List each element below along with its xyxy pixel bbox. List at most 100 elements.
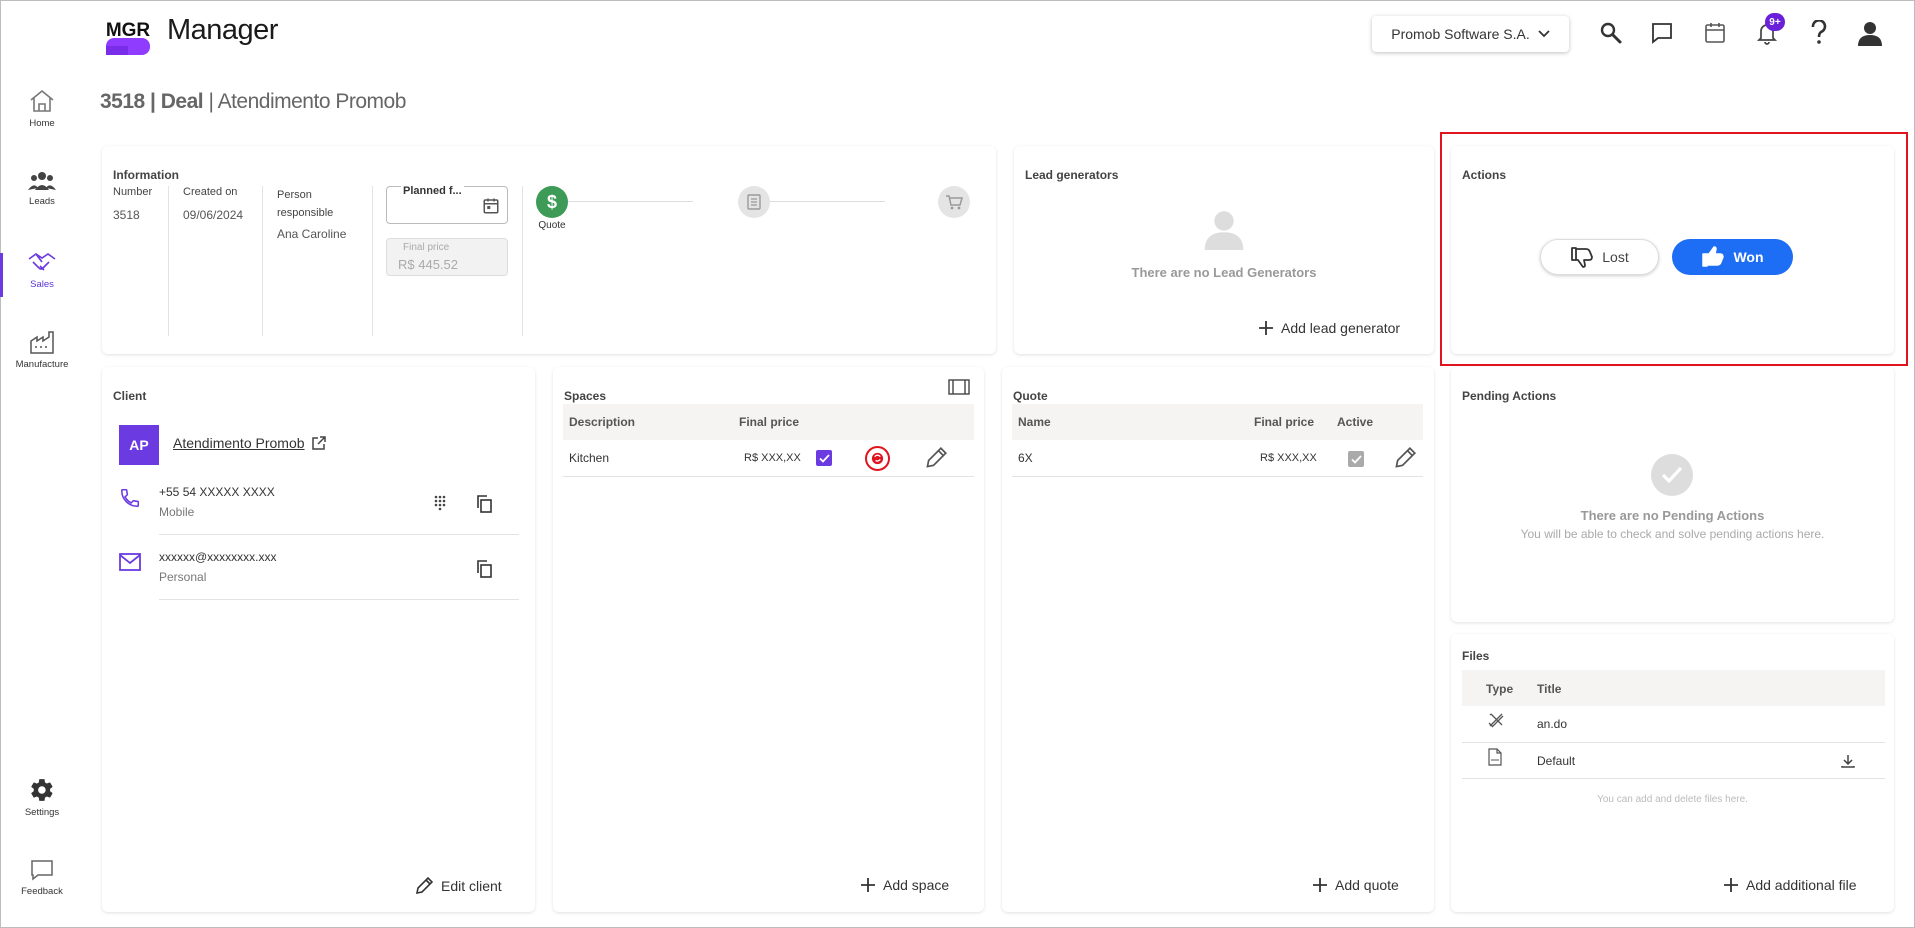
chat-bubble-icon bbox=[31, 860, 53, 881]
divider bbox=[522, 186, 523, 336]
chat-icon bbox=[1652, 23, 1672, 44]
page-title: 3518 | Deal | Atendimento Promob bbox=[100, 90, 407, 113]
company-select[interactable]: Promob Software S.A. bbox=[1372, 16, 1569, 52]
stepper-line bbox=[563, 201, 693, 202]
email-address: xxxxxx@xxxxxxxx.xxx bbox=[159, 550, 277, 564]
quote-price: R$ XXX,XX bbox=[1260, 452, 1317, 464]
external-link-icon bbox=[311, 436, 326, 450]
avatar: AP bbox=[119, 425, 159, 465]
calendar-button[interactable] bbox=[1700, 16, 1730, 50]
gear-icon bbox=[31, 779, 53, 801]
add-lead-generator-button[interactable]: Add lead generator bbox=[1259, 320, 1400, 336]
messages-button[interactable] bbox=[1647, 16, 1677, 50]
add-lead-generator-label: Add lead generator bbox=[1281, 320, 1401, 336]
plus-icon bbox=[861, 878, 875, 892]
edit-client-button[interactable]: Edit client bbox=[415, 877, 502, 895]
space-active-checkbox[interactable] bbox=[816, 450, 832, 466]
plus-icon bbox=[1724, 878, 1738, 892]
sidebar-item-label: Sales bbox=[30, 279, 54, 290]
file-title: Default bbox=[1537, 754, 1576, 768]
people-icon bbox=[28, 172, 56, 190]
final-price-value: R$ 445.52 bbox=[398, 257, 458, 272]
column-header: Active bbox=[1337, 415, 1374, 429]
pdf-file-icon bbox=[1488, 748, 1502, 766]
add-quote-button[interactable]: Add quote bbox=[1313, 877, 1399, 893]
pending-actions-empty: There are no Pending Actions bbox=[1580, 508, 1765, 523]
deal-name: Atendimento Promob bbox=[217, 90, 407, 113]
copy-icon[interactable] bbox=[476, 560, 492, 578]
sidebar-item-settings[interactable]: Settings bbox=[0, 777, 84, 818]
number-value: 3518 bbox=[113, 208, 140, 222]
download-icon[interactable] bbox=[1841, 754, 1855, 768]
add-space-button[interactable]: Add space bbox=[861, 877, 949, 893]
logo-text: MGR bbox=[106, 20, 151, 41]
information-title: Information bbox=[113, 168, 179, 182]
pending-actions-card: Pending Actions There are no Pending Act… bbox=[1451, 367, 1894, 622]
planned-date-field[interactable]: Planned f... bbox=[386, 185, 508, 224]
help-button[interactable] bbox=[1804, 16, 1834, 50]
divider bbox=[168, 186, 169, 336]
app-logo: MGR bbox=[102, 12, 154, 57]
sidebar: Home Leads Sales Manufacture Settings Fe… bbox=[0, 0, 84, 928]
spaces-card: Spaces Description Final price Kitchen R… bbox=[553, 367, 984, 912]
divider bbox=[159, 534, 519, 535]
column-header: Type bbox=[1486, 682, 1514, 696]
calendar-icon[interactable] bbox=[482, 197, 500, 215]
quote-active-checkbox[interactable] bbox=[1348, 451, 1364, 467]
chevron-down-icon bbox=[1538, 30, 1550, 38]
final-price-label: Final price bbox=[403, 242, 450, 253]
home-icon bbox=[30, 89, 54, 112]
dollar-step-icon[interactable]: $ bbox=[536, 186, 568, 218]
files-hint: You can add and delete files here. bbox=[1597, 794, 1748, 805]
files-table-header bbox=[1462, 670, 1885, 706]
sidebar-item-label: Leads bbox=[29, 196, 55, 207]
divider bbox=[563, 476, 974, 477]
divider bbox=[262, 186, 263, 336]
divider bbox=[372, 186, 373, 336]
quote-name: 6X bbox=[1018, 451, 1033, 465]
file-title: an.do bbox=[1537, 717, 1568, 731]
sidebar-item-label: Settings bbox=[24, 807, 60, 818]
cart-step-icon[interactable] bbox=[938, 186, 970, 218]
help-icon bbox=[1811, 20, 1827, 44]
phone-icon bbox=[120, 488, 140, 508]
sidebar-item-leads[interactable]: Leads bbox=[0, 170, 84, 207]
search-icon bbox=[1600, 22, 1622, 44]
copy-icon[interactable] bbox=[476, 495, 492, 513]
highlight-box bbox=[1440, 132, 1908, 366]
files-title: Files bbox=[1462, 649, 1490, 663]
expand-panel-icon[interactable] bbox=[948, 379, 970, 395]
add-additional-file-button[interactable]: Add additional file bbox=[1724, 877, 1857, 893]
sidebar-item-label: Manufacture bbox=[15, 359, 69, 370]
document-step-icon[interactable] bbox=[738, 186, 770, 218]
space-description: Kitchen bbox=[569, 451, 610, 465]
search-button[interactable] bbox=[1596, 16, 1626, 50]
divider bbox=[1462, 742, 1885, 743]
plus-icon bbox=[1313, 878, 1327, 892]
final-price-field: Final price R$ 445.52 bbox=[386, 238, 508, 276]
pencil-icon[interactable] bbox=[1394, 447, 1416, 469]
divider bbox=[159, 599, 519, 600]
column-header: Final price bbox=[1254, 415, 1315, 429]
client-name-link[interactable]: Atendimento Promob bbox=[173, 435, 327, 451]
sidebar-item-feedback[interactable]: Feedback bbox=[0, 858, 84, 897]
sidebar-item-home[interactable]: Home bbox=[0, 88, 84, 129]
email-icon bbox=[119, 553, 141, 571]
phone-type: Mobile bbox=[159, 505, 195, 519]
lead-generators-card: Lead generators There are no Lead Genera… bbox=[1014, 146, 1434, 354]
profile-button[interactable] bbox=[1855, 16, 1885, 50]
render-button[interactable] bbox=[865, 446, 890, 471]
column-header: Final price bbox=[739, 415, 800, 429]
sidebar-item-label: Feedback bbox=[21, 886, 63, 897]
pencil-icon[interactable] bbox=[925, 447, 947, 469]
notifications-button[interactable]: 9+ bbox=[1752, 13, 1785, 50]
sidebar-item-manufacture[interactable]: Manufacture bbox=[0, 329, 84, 370]
dialpad-icon[interactable] bbox=[434, 495, 446, 511]
sidebar-item-label: Home bbox=[29, 118, 55, 129]
files-card: Files Type Title an.do Default You can a… bbox=[1451, 634, 1894, 912]
information-card: Information Number 3518 Created on 09/06… bbox=[102, 146, 996, 354]
space-price: R$ XXX,XX bbox=[744, 452, 801, 464]
planned-date-label: Planned f... bbox=[401, 185, 464, 197]
sidebar-item-sales[interactable]: Sales bbox=[0, 251, 84, 290]
lead-generators-title: Lead generators bbox=[1025, 168, 1119, 182]
